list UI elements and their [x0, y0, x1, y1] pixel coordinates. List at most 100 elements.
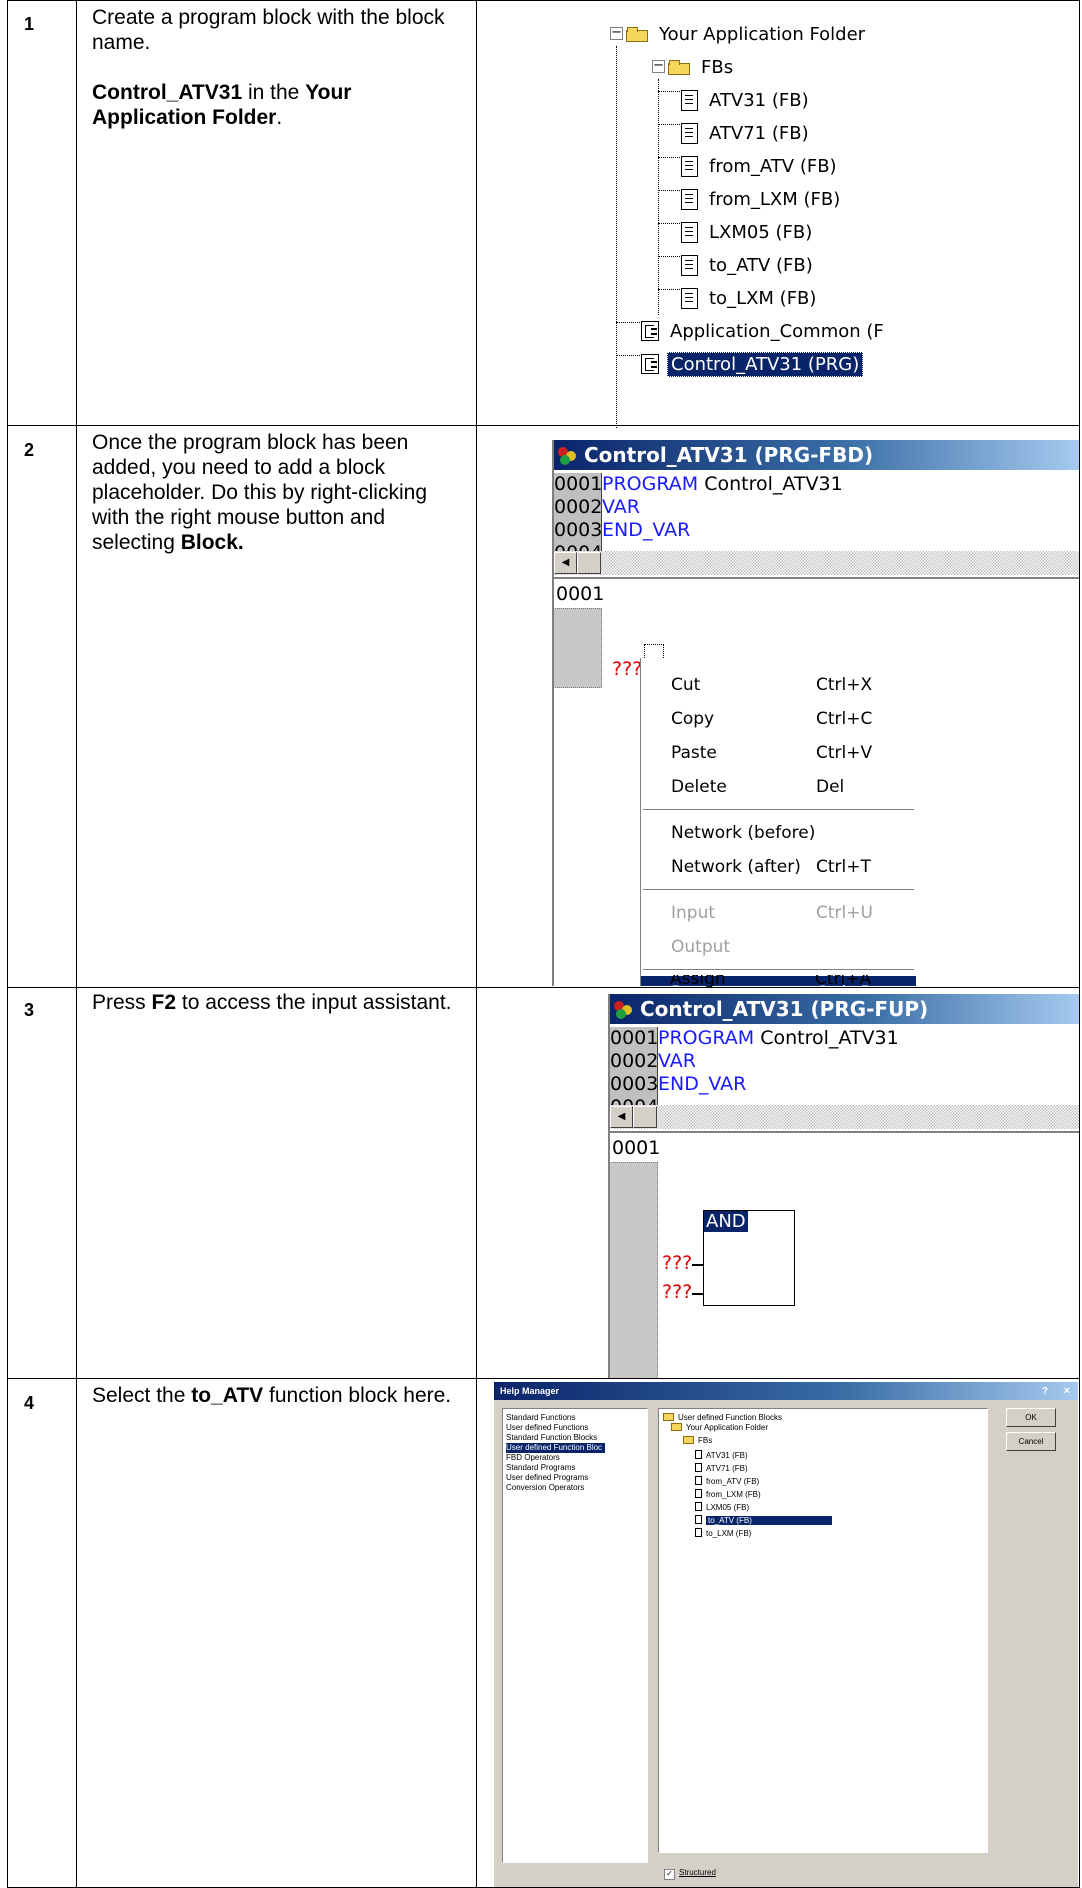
tree-item-folder[interactable]: Your Application Folder: [671, 1423, 768, 1433]
menu-item-network-after[interactable]: Network (after) Ctrl+T: [641, 850, 916, 884]
folder-icon: [668, 59, 690, 75]
list-item[interactable]: FBD Operators: [506, 1453, 560, 1463]
menu-separator: [643, 969, 914, 971]
input-placeholder[interactable]: ???: [662, 1281, 692, 1303]
row-divider-1: [7, 425, 1080, 426]
window-titlebar: Control_ATV31 (PRG-FBD): [552, 440, 1079, 470]
list-item[interactable]: Standard Programs: [506, 1463, 575, 1473]
list-item[interactable]: Conversion Operators: [506, 1483, 584, 1493]
tree-item-fb[interactable]: to_LXM (FB): [695, 1528, 751, 1538]
tree-item-fb[interactable]: from_LXM (FB): [681, 183, 843, 215]
step-number: 1: [24, 14, 35, 34]
tree-item-fb[interactable]: LXM05 (FB): [695, 1502, 749, 1512]
tree-item-fb[interactable]: from_ATV (FB): [695, 1476, 759, 1486]
tree-item-fb[interactable]: to_ATV (FB): [681, 249, 816, 281]
and-block[interactable]: AND: [703, 1210, 795, 1306]
tree-item-program[interactable]: Application_Common (F: [641, 315, 887, 347]
checkbox-checked-icon: ✓: [664, 1869, 675, 1880]
tree-item-fb[interactable]: from_ATV (FB): [681, 150, 840, 182]
step-text: Create a program block with the block na…: [92, 6, 445, 54]
step-text: Control_ATV31 in the Your Application Fo…: [92, 81, 352, 129]
tree-item-program-selected[interactable]: Control_ATV31 (PRG): [641, 348, 864, 380]
app-icon: [558, 447, 578, 465]
tree-item-fb[interactable]: ATV71 (FB): [695, 1463, 748, 1473]
step-text: Once the program block has been added, y…: [92, 431, 427, 554]
document-icon: [695, 1450, 702, 1459]
document-icon: [681, 155, 698, 177]
table-divider-number: [76, 0, 77, 1888]
menu-item-copy[interactable]: Copy Ctrl+C: [641, 702, 916, 736]
document-icon: [695, 1476, 702, 1485]
document-icon: [681, 188, 698, 210]
structured-checkbox[interactable]: ✓ Structured: [664, 1868, 716, 1880]
tree-item-fb[interactable]: ATV31 (FB): [695, 1450, 748, 1460]
scroll-thumb[interactable]: [577, 552, 601, 574]
scroll-left-arrow-icon[interactable]: ◀: [610, 1106, 633, 1128]
list-item[interactable]: Standard Function Blocks: [506, 1433, 597, 1443]
code-line: 0003END_VAR: [608, 1073, 747, 1097]
horizontal-scrollbar[interactable]: ◀: [608, 1105, 1079, 1129]
tree-item-root-folder[interactable]: Your Application Folder: [626, 18, 868, 50]
document-icon: [695, 1489, 702, 1498]
menu-separator: [643, 889, 914, 891]
horizontal-scrollbar[interactable]: ◀: [552, 551, 1079, 575]
block-type-label: AND: [704, 1211, 748, 1232]
list-item-selected[interactable]: User defined Function Bloc: [506, 1443, 606, 1453]
tree-item-fb[interactable]: ATV31 (FB): [681, 84, 812, 116]
program-icon: [641, 321, 659, 341]
folder-icon: [671, 1423, 682, 1431]
tree-item-fb-selected[interactable]: to_ATV (FB): [695, 1515, 832, 1525]
list-item[interactable]: Standard Functions: [506, 1413, 575, 1423]
dialog-titlebar: Help Manager ? ×: [494, 1382, 1078, 1400]
block-placeholder[interactable]: ???: [612, 658, 642, 680]
table-divider-content: [476, 0, 477, 1888]
help-icon[interactable]: ?: [1042, 1383, 1048, 1401]
close-icon[interactable]: ×: [1064, 1382, 1070, 1400]
tree-item-fb[interactable]: to_LXM (FB): [681, 282, 819, 314]
menu-item-network-before[interactable]: Network (before): [641, 816, 916, 850]
folder-icon: [663, 1413, 674, 1421]
table-border-right: [1079, 0, 1080, 1888]
scroll-left-arrow-icon[interactable]: ◀: [554, 552, 577, 574]
row-divider-2: [7, 987, 1080, 988]
scroll-thumb[interactable]: [633, 1106, 657, 1128]
cancel-button[interactable]: Cancel: [1006, 1432, 1056, 1451]
app-icon: [614, 1001, 634, 1019]
window-titlebar: Control_ATV31 (PRG-FUP): [608, 994, 1079, 1024]
menu-item-paste[interactable]: Paste Ctrl+V: [641, 736, 916, 770]
document-icon: [681, 287, 698, 309]
code-line: 0003END_VAR: [552, 519, 691, 543]
menu-item-output: Output: [671, 937, 731, 957]
category-list[interactable]: Standard Functions User defined Function…: [502, 1408, 648, 1863]
list-item[interactable]: User defined Functions: [506, 1423, 588, 1433]
ok-button[interactable]: OK: [1006, 1408, 1056, 1427]
document-icon: [695, 1463, 702, 1472]
document-icon: [695, 1515, 702, 1524]
code-line: 0002VAR: [608, 1050, 696, 1074]
document-icon: [681, 221, 698, 243]
step-description: Create a program block with the block na…: [92, 5, 452, 155]
input-placeholder[interactable]: ???: [662, 1252, 692, 1274]
tree-item-fb[interactable]: ATV71 (FB): [681, 117, 812, 149]
tree-item-root[interactable]: User defined Function Blocks: [663, 1413, 782, 1423]
code-line: 0002VAR: [552, 496, 640, 520]
menu-item-cut[interactable]: Cut Ctrl+X: [641, 668, 916, 702]
menu-item-delete[interactable]: Delete Del: [641, 770, 916, 804]
collapse-toggle[interactable]: −: [610, 26, 623, 40]
collapse-toggle[interactable]: −: [652, 59, 665, 73]
function-block-tree[interactable]: User defined Function Blocks Your Applic…: [658, 1408, 988, 1853]
document-icon: [681, 122, 698, 144]
code-line: 0001PROGRAM Control_ATV31: [608, 1027, 899, 1051]
fup-editor-window: Control_ATV31 (PRG-FUP) 0001PROGRAM Cont…: [608, 994, 1079, 1378]
help-manager-dialog: Help Manager ? × Standard Functions User…: [494, 1382, 1078, 1887]
document-icon: [695, 1502, 702, 1511]
window-title: Control_ATV31 (PRG-FBD): [584, 443, 874, 467]
tree-item-folder[interactable]: FBs: [683, 1436, 712, 1446]
list-item[interactable]: User defined Programs: [506, 1473, 588, 1483]
step-text: Select the to_ATV function block here.: [92, 1384, 452, 1407]
tree-item-fb[interactable]: LXM05 (FB): [681, 216, 815, 248]
context-menu: Cut Ctrl+X Copy Ctrl+C Paste Ctrl+V Delete D…: [640, 658, 941, 986]
tree-item-fb[interactable]: from_LXM (FB): [695, 1489, 761, 1499]
dialog-title: Help Manager: [500, 1386, 560, 1396]
tree-item-fbs-folder[interactable]: FBs: [668, 51, 736, 83]
